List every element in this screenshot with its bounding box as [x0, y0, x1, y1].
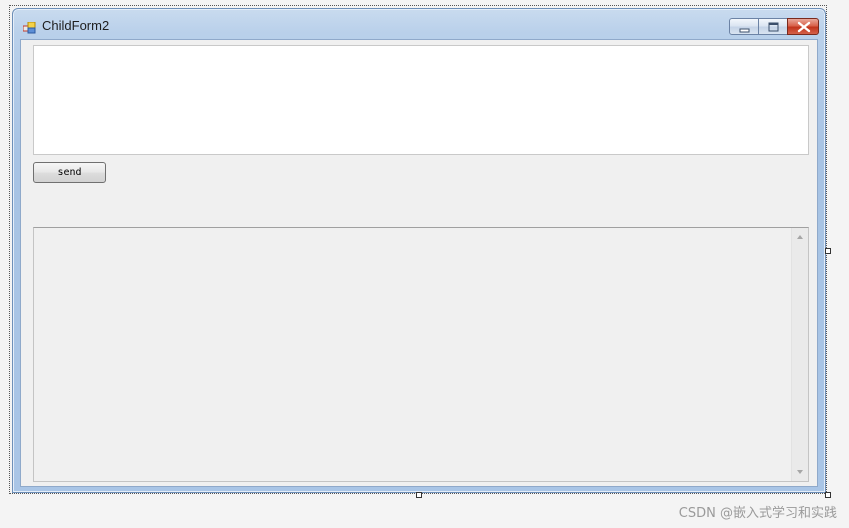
scroll-up-icon[interactable]: [792, 228, 808, 245]
maximize-icon: [768, 22, 779, 32]
close-button[interactable]: [787, 18, 819, 35]
designer-canvas: ChildForm2 send CSDN @嵌入式学习和实践: [0, 0, 849, 528]
resize-grip-corner[interactable]: [825, 492, 831, 498]
resize-grip-right[interactable]: [825, 248, 831, 254]
maximize-button[interactable]: [758, 18, 788, 35]
client-area: send: [20, 39, 818, 487]
received-messages-box[interactable]: [33, 227, 809, 482]
vertical-scrollbar[interactable]: [791, 228, 808, 481]
minimize-icon: [739, 28, 750, 33]
close-icon: [797, 21, 811, 33]
minimize-button[interactable]: [729, 18, 759, 35]
child-form-window: ChildForm2 send: [12, 8, 826, 493]
caption-buttons: [729, 18, 819, 36]
title-bar[interactable]: ChildForm2: [13, 9, 825, 39]
message-input[interactable]: [33, 45, 809, 155]
send-button[interactable]: send: [33, 162, 106, 183]
resize-grip-bottom[interactable]: [416, 492, 422, 498]
window-title: ChildForm2: [42, 18, 110, 33]
scroll-down-icon[interactable]: [792, 464, 808, 481]
watermark: CSDN @嵌入式学习和实践: [678, 506, 837, 521]
app-icon: [22, 19, 37, 34]
